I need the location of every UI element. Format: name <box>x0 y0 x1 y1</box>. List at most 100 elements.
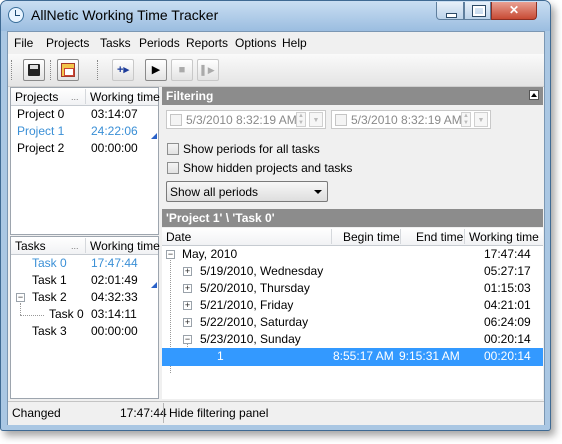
period-entry-row-selected[interactable]: 1 8:55:17 AM 9:15:31 AM 00:20:14 <box>162 348 543 366</box>
task-time: 00:00:00 <box>91 324 138 338</box>
task-time: 04:32:33 <box>91 290 138 304</box>
status-hint: Hide filtering panel <box>169 406 269 420</box>
collapse-icon[interactable]: − <box>166 250 175 259</box>
menu-tasks[interactable]: Tasks <box>100 36 131 50</box>
task-row[interactable]: Task 1 02:01:49 <box>11 272 158 289</box>
project-row[interactable]: Project 2 00:00:00 <box>11 140 158 157</box>
menu-help[interactable]: Help <box>282 36 307 50</box>
task-row[interactable]: Task 3 00:00:00 <box>11 323 158 340</box>
pause-resume-icon: ▌▶ <box>201 65 215 75</box>
project-row[interactable]: Project 0 03:14:07 <box>11 106 158 123</box>
play-button[interactable]: ▶ <box>145 59 167 81</box>
expand-icon[interactable]: + <box>183 301 192 310</box>
from-date-picker[interactable]: 5/3/2010 8:32:19 AM ▲ ▼ ▼ <box>166 110 326 129</box>
to-date-value: 5/3/2010 8:32:19 AM <box>351 113 462 127</box>
projects-grid[interactable]: Projects ... Working time Project 0 03:1… <box>10 87 160 235</box>
toolbar-grip[interactable] <box>50 60 54 80</box>
periods-grid[interactable]: Date Begin time End time Working time − … <box>162 228 543 399</box>
collapse-icon[interactable]: − <box>183 335 192 344</box>
task-row-selected[interactable]: Task 0 17:47:44 <box>11 255 158 272</box>
day-time: 04:21:01 <box>484 298 531 312</box>
filtering-header: Filtering <box>162 87 543 105</box>
spin-updown-icon[interactable]: ▲ ▼ <box>461 112 471 127</box>
column-divider[interactable] <box>464 229 465 244</box>
chevron-down-icon[interactable]: ▼ <box>309 112 323 127</box>
status-time: 17:47:44 <box>120 406 167 420</box>
column-divider[interactable] <box>331 229 332 244</box>
save-button[interactable] <box>23 59 45 81</box>
close-button[interactable]: ✕ <box>491 2 537 20</box>
show-hidden-label[interactable]: Show hidden projects and tasks <box>183 161 352 175</box>
show-hidden-checkbox[interactable] <box>167 162 179 174</box>
projects-column-header[interactable]: Projects <box>15 90 58 104</box>
day-row[interactable]: + 5/21/2010, Friday 04:21:01 <box>162 297 543 314</box>
menu-periods[interactable]: Periods <box>139 36 180 50</box>
project-time: 03:14:07 <box>91 107 138 121</box>
menu-reports[interactable]: Reports <box>186 36 228 50</box>
task-name: Task 2 <box>32 290 67 304</box>
spin-updown-icon[interactable]: ▲ ▼ <box>296 112 306 127</box>
project-name: Project 1 <box>17 124 65 138</box>
column-divider[interactable] <box>85 89 86 104</box>
day-row[interactable]: − 5/23/2010, Sunday 00:20:14 <box>162 331 543 348</box>
expand-icon[interactable]: + <box>183 284 192 293</box>
column-divider[interactable] <box>400 229 401 244</box>
task-name: Task 0 <box>49 307 84 321</box>
task-name: Task 0 <box>32 256 67 270</box>
resume-button[interactable]: ▌▶ <box>197 59 219 81</box>
task-row[interactable]: − Task 2 04:32:33 <box>11 289 158 306</box>
month-row[interactable]: − May, 2010 17:47:44 <box>162 246 543 263</box>
column-divider[interactable] <box>85 238 86 253</box>
toolbar-grip[interactable] <box>11 60 15 80</box>
expand-icon[interactable]: + <box>183 318 192 327</box>
to-date-picker[interactable]: 5/3/2010 8:32:19 AM ▲ ▼ ▼ <box>331 110 491 129</box>
start-task-button[interactable]: +▸ <box>112 59 134 81</box>
collapse-filter-button[interactable] <box>529 90 539 100</box>
working-time-column-header[interactable]: Working time <box>469 230 539 244</box>
end-time-column-header[interactable]: End time <box>416 230 463 244</box>
close-icon: ✕ <box>508 3 520 17</box>
working-time-column-header[interactable]: Working time <box>90 239 160 253</box>
stop-button[interactable]: ■ <box>171 59 193 81</box>
from-date-checkbox[interactable] <box>170 114 182 126</box>
project-name: Project 2 <box>17 141 65 155</box>
project-row-selected[interactable]: Project 1 24:22:06 <box>11 123 158 140</box>
day-time: 00:20:14 <box>484 332 531 346</box>
status-state: Changed <box>12 406 61 420</box>
toolbar-grip[interactable] <box>97 60 101 80</box>
current-task-path: 'Project 1' \ 'Task 0' <box>166 211 275 225</box>
day-row[interactable]: + 5/19/2010, Wednesday 05:27:17 <box>162 263 543 280</box>
column-menu-ellipsis[interactable]: ... <box>71 92 79 102</box>
day-time: 01:15:03 <box>484 281 531 295</box>
minimize-button[interactable] <box>436 2 464 20</box>
task-row[interactable]: Task 0 03:14:11 <box>11 306 158 323</box>
period-filter-select[interactable]: Show all periods <box>166 181 328 202</box>
working-time-column-header[interactable]: Working time <box>90 90 160 104</box>
maximize-button[interactable] <box>464 2 491 20</box>
day-row[interactable]: + 5/22/2010, Saturday 06:24:09 <box>162 314 543 331</box>
to-date-checkbox[interactable] <box>335 114 347 126</box>
menu-file[interactable]: File <box>14 36 33 50</box>
show-all-tasks-checkbox[interactable] <box>167 143 179 155</box>
client-area: File Projects Tasks Periods Reports Opti… <box>7 31 545 425</box>
collapse-icon[interactable]: − <box>16 293 25 302</box>
menu-projects[interactable]: Projects <box>46 36 89 50</box>
menu-options[interactable]: Options <box>235 36 276 50</box>
calendar-button[interactable] <box>57 59 79 81</box>
status-bar: Changed 17:47:44 Hide filtering panel <box>8 401 544 425</box>
active-indicator-icon <box>151 282 157 288</box>
date-column-header[interactable]: Date <box>166 230 191 244</box>
day-label: 5/19/2010, Wednesday <box>200 264 324 278</box>
calendar-icon <box>61 63 75 77</box>
begin-time-column-header[interactable]: Begin time <box>343 230 400 244</box>
chevron-down-icon[interactable]: ▼ <box>474 112 488 127</box>
window-title: AllNetic Working Time Tracker <box>31 7 219 23</box>
column-menu-ellipsis[interactable]: ... <box>71 241 79 251</box>
tasks-column-header[interactable]: Tasks <box>15 239 46 253</box>
stop-icon: ■ <box>178 64 186 76</box>
show-all-tasks-label[interactable]: Show periods for all tasks <box>183 142 320 156</box>
expand-icon[interactable]: + <box>183 267 192 276</box>
tasks-grid[interactable]: Tasks ... Working time Task 0 17:47:44 T… <box>10 236 160 399</box>
day-time: 05:27:17 <box>484 264 531 278</box>
day-row[interactable]: + 5/20/2010, Thursday 01:15:03 <box>162 280 543 297</box>
